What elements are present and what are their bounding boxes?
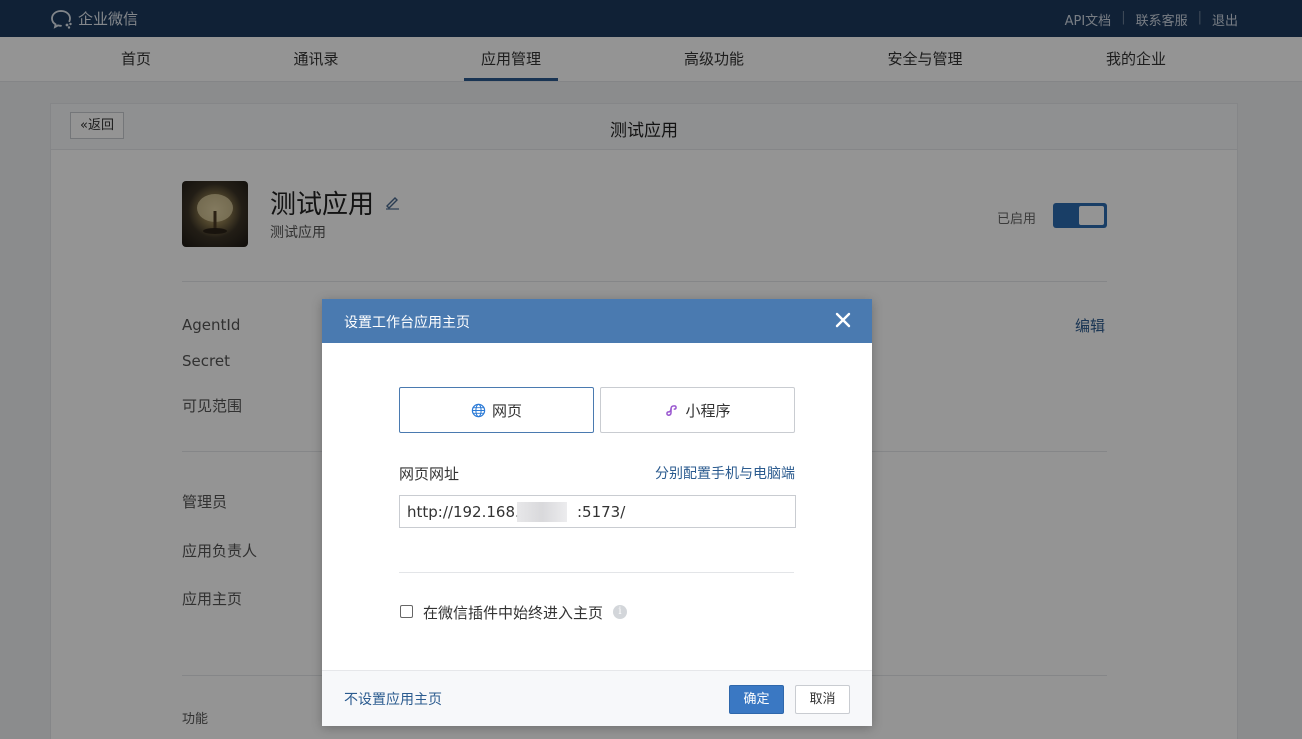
always-homepage-checkbox[interactable]: [400, 605, 413, 618]
confirm-button[interactable]: 确定: [729, 685, 784, 714]
dialog-title: 设置工作台应用主页: [344, 315, 470, 331]
always-homepage-label[interactable]: 在微信插件中始终进入主页: [423, 602, 603, 623]
close-icon[interactable]: [832, 309, 854, 331]
dialog-header: 设置工作台应用主页: [322, 299, 872, 343]
no-homepage-link[interactable]: 不设置应用主页: [344, 689, 442, 709]
url-label: 网页网址: [399, 465, 460, 483]
dialog-footer: 不设置应用主页 确定 取消: [322, 670, 872, 726]
cancel-button[interactable]: 取消: [795, 685, 850, 714]
globe-icon: [471, 403, 486, 417]
split-config-link[interactable]: 分别配置手机与电脑端: [655, 463, 795, 483]
info-icon[interactable]: i: [613, 605, 627, 619]
mini-program-icon: [666, 404, 678, 416]
webpage-tab-label: 网页: [491, 401, 522, 420]
homepage-settings-dialog: 设置工作台应用主页 网页 小程序 网页网址 分别配置手机与电脑端 在微信插件中始…: [322, 299, 872, 726]
mini-program-tab-label: 小程序: [685, 401, 731, 420]
mini-program-tab[interactable]: 小程序: [600, 387, 795, 433]
dialog-divider: [399, 572, 794, 573]
webpage-tab[interactable]: 网页: [399, 387, 594, 433]
url-input[interactable]: [399, 495, 796, 528]
url-redaction-blur: [517, 502, 567, 522]
